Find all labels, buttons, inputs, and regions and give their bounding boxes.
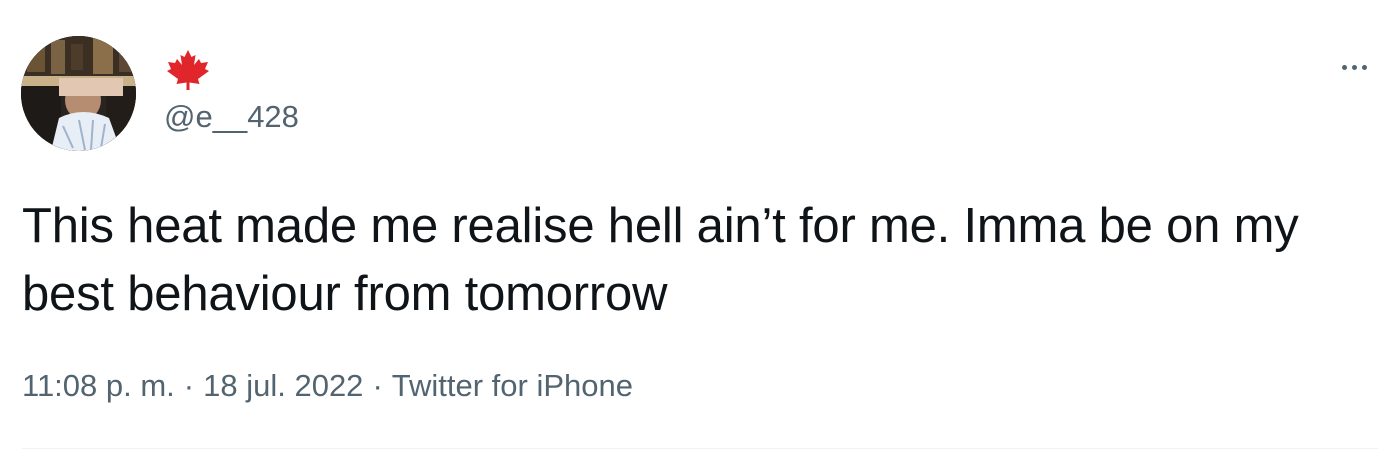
tweet-text: This heat made me realise hell ain’t for… — [22, 199, 1299, 321]
maple-leaf-icon — [167, 50, 209, 90]
metadata-separator: · — [372, 368, 383, 403]
metadata-separator: · — [183, 368, 195, 403]
tweet-source[interactable]: Twitter for iPhone — [392, 368, 633, 403]
divider — [22, 448, 1378, 449]
more-dot-icon — [1341, 64, 1347, 70]
tweet-card: @e__428 This heat made me realise hell a… — [0, 0, 1400, 474]
tweet-date[interactable]: 18 jul. 2022 — [203, 368, 363, 403]
avatar[interactable] — [21, 36, 136, 151]
author-handle[interactable]: @e__428 — [164, 97, 299, 137]
more-dot-icon — [1351, 64, 1357, 70]
more-options-button[interactable] — [1334, 52, 1374, 82]
profile-photo-icon — [21, 36, 136, 151]
author-name-row[interactable] — [166, 50, 210, 90]
more-dot-icon — [1361, 64, 1367, 70]
tweet-metadata: 11:08 p. m. · 18 jul. 2022 · Twitter for iPh… — [22, 364, 633, 408]
tweet-time[interactable]: 11:08 p. m. — [22, 368, 175, 403]
